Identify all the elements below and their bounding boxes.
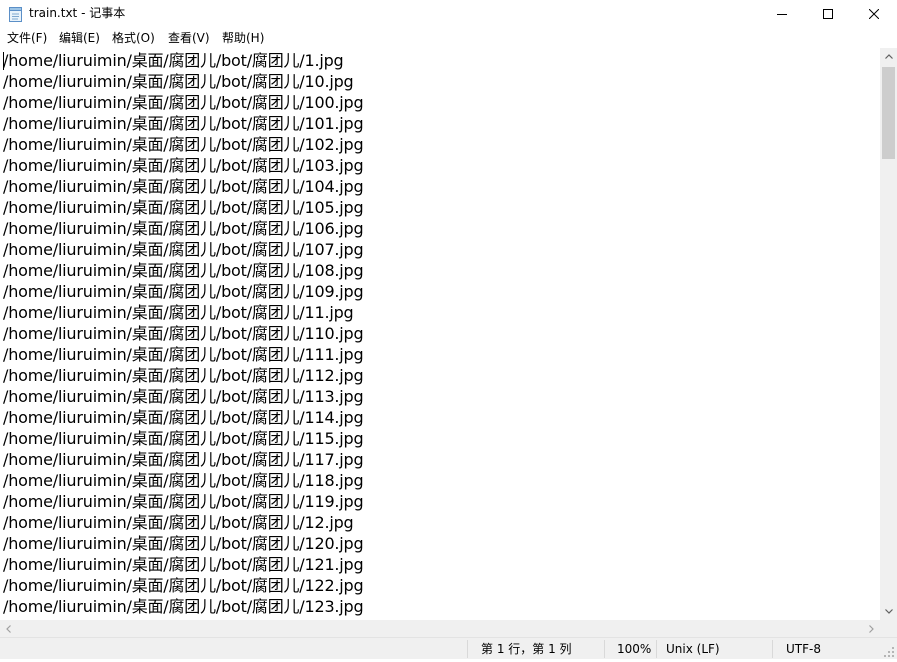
notepad-window: train.txt - 记事本 文件(F) 编辑(E) 格式(O) 查看(V) … <box>0 0 897 659</box>
menu-file[interactable]: 文件(F) <box>6 30 48 47</box>
maximize-button[interactable] <box>805 0 851 28</box>
text-line: /home/liuruimin/桌面/腐团儿/bot/腐团儿/105.jpg <box>3 198 364 217</box>
text-line: /home/liuruimin/桌面/腐团儿/bot/腐团儿/108.jpg <box>3 261 364 280</box>
status-divider <box>772 640 773 658</box>
menu-bar: 文件(F) 编辑(E) 格式(O) 查看(V) 帮助(H) <box>0 28 897 48</box>
menu-help[interactable]: 帮助(H) <box>221 30 265 47</box>
text-line: /home/liuruimin/桌面/腐团儿/bot/腐团儿/115.jpg <box>3 429 364 448</box>
chevron-right-icon <box>869 624 874 633</box>
scroll-down-button[interactable] <box>880 603 897 620</box>
text-line: /home/liuruimin/桌面/腐团儿/bot/腐团儿/120.jpg <box>3 534 364 553</box>
text-line: /home/liuruimin/桌面/腐团儿/bot/腐团儿/106.jpg <box>3 219 364 238</box>
text-line: /home/liuruimin/桌面/腐团儿/bot/腐团儿/114.jpg <box>3 408 364 427</box>
text-line: /home/liuruimin/桌面/腐团儿/bot/腐团儿/10.jpg <box>3 72 354 91</box>
text-line: /home/liuruimin/桌面/腐团儿/bot/腐团儿/123.jpg <box>3 597 364 616</box>
encoding: UTF-8 <box>786 642 821 656</box>
text-line: /home/liuruimin/桌面/腐团儿/bot/腐团儿/113.jpg <box>3 387 364 406</box>
text-line: /home/liuruimin/桌面/腐团儿/bot/腐团儿/1.jpg <box>3 51 344 70</box>
text-line: /home/liuruimin/桌面/腐团儿/bot/腐团儿/100.jpg <box>3 93 364 112</box>
scroll-up-button[interactable] <box>880 48 897 65</box>
window-title: train.txt - 记事本 <box>29 6 126 20</box>
status-bar: 第 1 行，第 1 列 100% Unix (LF) UTF-8 <box>0 637 897 659</box>
scrollbar-corner <box>880 620 897 637</box>
text-line: /home/liuruimin/桌面/腐团儿/bot/腐团儿/102.jpg <box>3 135 364 154</box>
resize-grip-icon[interactable] <box>882 643 895 657</box>
close-button[interactable] <box>851 0 897 28</box>
chevron-down-icon <box>884 609 893 614</box>
menu-edit[interactable]: 编辑(E) <box>58 30 101 47</box>
close-icon <box>869 9 879 19</box>
vertical-scroll-thumb[interactable] <box>882 67 895 159</box>
cursor-position: 第 1 行，第 1 列 <box>481 642 572 656</box>
text-line: /home/liuruimin/桌面/腐团儿/bot/腐团儿/104.jpg <box>3 177 364 196</box>
text-line: /home/liuruimin/桌面/腐团儿/bot/腐团儿/118.jpg <box>3 471 364 490</box>
text-caret <box>3 52 4 70</box>
text-line: /home/liuruimin/桌面/腐团儿/bot/腐团儿/117.jpg <box>3 450 364 469</box>
editor-lines: /home/liuruimin/桌面/腐团儿/bot/腐团儿/1.jpg /ho… <box>3 50 364 617</box>
scroll-right-button[interactable] <box>863 620 880 637</box>
text-line: /home/liuruimin/桌面/腐团儿/bot/腐团儿/11.jpg <box>3 303 354 322</box>
horizontal-scrollbar[interactable] <box>0 620 880 637</box>
minimize-button[interactable] <box>759 0 805 28</box>
text-line: /home/liuruimin/桌面/腐团儿/bot/腐团儿/12.jpg <box>3 513 354 532</box>
text-line: /home/liuruimin/桌面/腐团儿/bot/腐团儿/111.jpg <box>3 345 364 364</box>
chevron-left-icon <box>6 624 11 633</box>
notepad-icon[interactable] <box>9 7 22 22</box>
line-ending: Unix (LF) <box>666 642 720 656</box>
text-line: /home/liuruimin/桌面/腐团儿/bot/腐团儿/119.jpg <box>3 492 364 511</box>
text-editor[interactable]: /home/liuruimin/桌面/腐团儿/bot/腐团儿/1.jpg /ho… <box>0 48 880 620</box>
menu-format[interactable]: 格式(O) <box>111 30 156 47</box>
text-line: /home/liuruimin/桌面/腐团儿/bot/腐团儿/107.jpg <box>3 240 364 259</box>
text-line: /home/liuruimin/桌面/腐团儿/bot/腐团儿/101.jpg <box>3 114 364 133</box>
menu-view[interactable]: 查看(V) <box>167 30 211 47</box>
text-line: /home/liuruimin/桌面/腐团儿/bot/腐团儿/110.jpg <box>3 324 364 343</box>
text-line: /home/liuruimin/桌面/腐团儿/bot/腐团儿/122.jpg <box>3 576 364 595</box>
maximize-icon <box>823 9 833 19</box>
minimize-icon <box>777 14 787 15</box>
status-divider <box>604 640 605 658</box>
text-line: /home/liuruimin/桌面/腐团儿/bot/腐团儿/121.jpg <box>3 555 364 574</box>
scroll-left-button[interactable] <box>0 620 17 637</box>
text-line: /home/liuruimin/桌面/腐团儿/bot/腐团儿/112.jpg <box>3 366 364 385</box>
text-line: /home/liuruimin/桌面/腐团儿/bot/腐团儿/109.jpg <box>3 282 364 301</box>
text-line: /home/liuruimin/桌面/腐团儿/bot/腐团儿/103.jpg <box>3 156 364 175</box>
zoom-level: 100% <box>617 642 652 656</box>
status-divider <box>467 640 468 658</box>
title-bar[interactable]: train.txt - 记事本 <box>0 0 897 28</box>
vertical-scrollbar[interactable] <box>880 48 897 620</box>
status-divider <box>656 640 657 658</box>
chevron-up-icon <box>884 54 893 59</box>
